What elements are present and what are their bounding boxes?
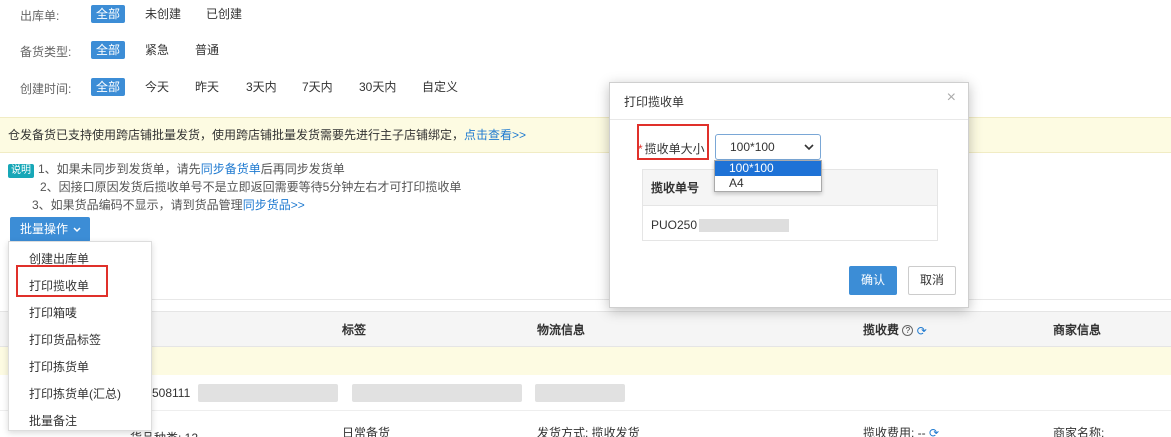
highlight-box [16, 265, 108, 297]
option-100x100[interactable]: 100*100 [715, 161, 821, 176]
chip-time-3days[interactable]: 3天内 [241, 78, 282, 96]
pickup-size-selected: 100*100 [730, 140, 775, 154]
sync-goods-link[interactable]: 同步货品>> [243, 198, 305, 212]
menu-item-print-box-label[interactable]: 打印箱唛 [29, 304, 77, 321]
chip-time-7days[interactable]: 7天内 [297, 78, 338, 96]
tip-line-1-post: 后再同步发货单 [260, 162, 345, 176]
table-group-row [0, 347, 1171, 375]
tip-line-1: 说明 1、如果未同步到发货单，请先同步备货单后再同步发货单 [8, 160, 461, 178]
close-icon[interactable]: × [947, 89, 956, 107]
row-pickup-fee: 揽收费用: -- ⟳ [863, 424, 939, 437]
order-table: 标签 物流信息 揽收费 ? ⟳ 商家信息 508111 货品种类: 12 日常备… [0, 255, 1171, 437]
row-stock-type: 日常备货 [342, 426, 391, 437]
tip-line-1-text: 1、如果未同步到发货单，请先 [38, 162, 201, 176]
menu-item-print-picking-summary[interactable]: 打印拣货单(汇总) [29, 385, 121, 402]
highlight-box [637, 124, 709, 160]
chip-time-custom[interactable]: 自定义 [417, 78, 463, 96]
row-merchant-name: 商家名称: [1053, 426, 1105, 437]
filter-label-created-time: 创建时间: [20, 82, 72, 96]
th-pickup-fee-label: 揽收费 [863, 323, 900, 337]
filter-label-outbound: 出库单: [20, 9, 60, 23]
chip-stock-all[interactable]: 全部 [91, 41, 126, 59]
menu-item-batch-remark[interactable]: 批量备注 [29, 412, 77, 429]
batch-operation-button[interactable]: 批量操作 [10, 217, 90, 242]
refresh-icon[interactable]: ⟳ [917, 324, 927, 338]
notice-link[interactable]: 点击查看>> [464, 128, 526, 142]
sync-stock-link[interactable]: 同步备货单 [201, 162, 261, 176]
chip-time-today[interactable]: 今天 [140, 78, 174, 96]
tips-block: 说明 1、如果未同步到发货单，请先同步备货单后再同步发货单 2、因接口原因发货后揽… [8, 160, 461, 214]
chip-time-all[interactable]: 全部 [91, 78, 126, 96]
th-label: 标签 [342, 323, 367, 337]
chevron-down-icon [73, 217, 81, 242]
pickup-size-select[interactable]: 100*100 [715, 134, 821, 160]
redacted-block [352, 384, 522, 402]
menu-item-print-picking[interactable]: 打印拣货单 [29, 358, 89, 375]
redacted-block [535, 384, 625, 402]
tip-line-3: 3、如果货品编码不显示，请到货品管理同步货品>> [8, 196, 461, 214]
notice-text: 仓发备货已支持使用跨店铺批量发货，使用跨店铺批量发货需要先进行主子店铺绑定， [8, 128, 465, 142]
row-pickup-fee-text: 揽收费用: -- [863, 426, 926, 437]
batch-operation-label: 批量操作 [20, 222, 69, 236]
row-ship-method: 发货方式: 揽收发货 [537, 426, 640, 437]
menu-item-print-goods-label[interactable]: 打印货品标签 [29, 331, 101, 348]
pickup-number-value: PUO250 [651, 218, 790, 233]
tip-line-2: 2、因接口原因发货后揽收单号不是立即返回需要等待5分钟左右才可打印揽收单 [40, 180, 462, 194]
th-logistics: 物流信息 [537, 323, 586, 337]
table-row: 508111 [0, 375, 1171, 411]
dialog-divider [610, 119, 968, 120]
tip-line-3-text: 3、如果货品编码不显示，请到货品管理 [32, 198, 243, 212]
chip-stock-urgent[interactable]: 紧急 [140, 41, 174, 59]
row-id: 508111 [152, 386, 191, 400]
option-a4[interactable]: A4 [715, 176, 821, 191]
confirm-button[interactable]: 确认 [849, 266, 897, 295]
help-icon[interactable]: ? [902, 325, 914, 337]
tip-badge: 说明 [8, 164, 34, 178]
batch-menu: 创建出库单 打印揽收单 打印箱唛 打印货品标签 打印拣货单 打印拣货单(汇总) … [8, 241, 152, 431]
th-merchant: 商家信息 [1053, 323, 1102, 337]
filter-label-stock-type: 备货类型: [20, 45, 72, 59]
chip-stock-normal[interactable]: 普通 [190, 41, 224, 59]
print-pickup-dialog: 打印揽收单 × * 揽收单大小 100*100 100*100 A4 揽收单号 P… [609, 82, 969, 308]
notice-bar: 仓发备货已支持使用跨店铺批量发货，使用跨店铺批量发货需要先进行主子店铺绑定，点击… [0, 117, 1171, 153]
redacted-block [699, 219, 790, 233]
th-pickup-fee: 揽收费 ? ⟳ [863, 321, 927, 338]
pickup-size-options: 100*100 A4 [714, 160, 822, 192]
dialog-title: 打印揽收单 [624, 95, 685, 109]
chip-outbound-all[interactable]: 全部 [91, 5, 126, 23]
pickup-number-text: PUO250 [651, 218, 698, 232]
refresh-icon[interactable]: ⟳ [929, 426, 939, 437]
chip-time-30days[interactable]: 30天内 [354, 78, 401, 96]
chip-time-yesterday[interactable]: 昨天 [190, 78, 224, 96]
cancel-button[interactable]: 取消 [908, 266, 956, 295]
chip-outbound-not-created[interactable]: 未创建 [140, 5, 186, 23]
chip-outbound-created[interactable]: 已创建 [201, 5, 247, 23]
redacted-block [198, 384, 338, 402]
table-header: 标签 物流信息 揽收费 ? ⟳ 商家信息 [0, 311, 1171, 347]
